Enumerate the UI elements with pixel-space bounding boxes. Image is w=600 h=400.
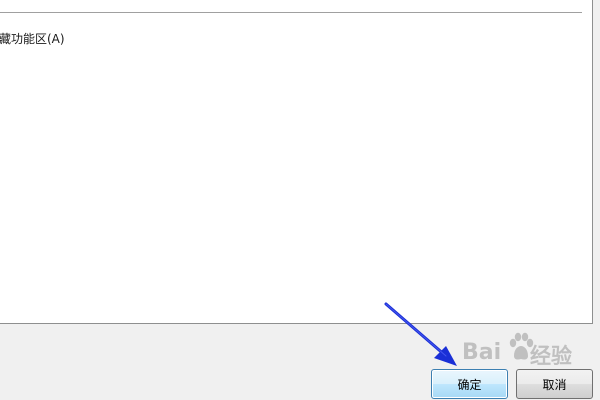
watermark-text-right: 经验 — [530, 344, 572, 368]
option-label[interactable]: 藏功能区(A) — [0, 30, 65, 47]
baidu-paw-icon — [509, 332, 534, 360]
baidu-jingyan-watermark: Bai 经验 — [452, 326, 600, 374]
arrow-icon — [384, 302, 457, 366]
cancel-button[interactable]: 取消 — [516, 369, 593, 399]
separator-line — [0, 12, 582, 13]
ok-button[interactable]: 确定 — [431, 369, 508, 399]
watermark-text-left: Bai — [462, 340, 502, 365]
content-panel: 藏功能区(A) — [0, 0, 593, 324]
